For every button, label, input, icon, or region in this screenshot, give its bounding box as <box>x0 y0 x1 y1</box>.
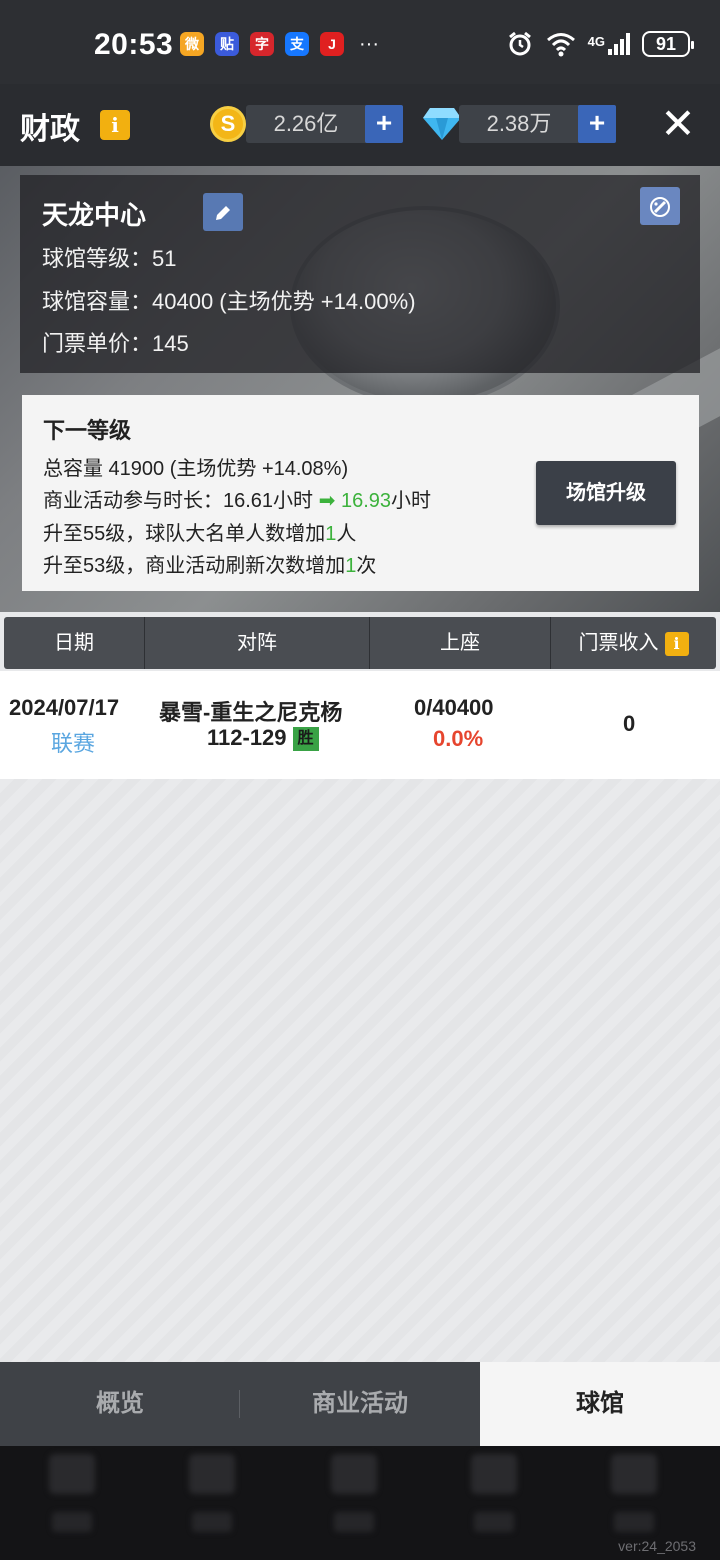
page-title: 财政 <box>20 113 80 146</box>
venue-name: 天龙中心 <box>42 200 147 230</box>
unlock-roster: 升至55级，球队大名单人数增加1人 <box>43 523 357 545</box>
pencil-icon <box>216 205 230 220</box>
close-button[interactable]: ✕ <box>660 103 696 145</box>
unlock-refresh: 升至53级，商业活动刷新次数增加1次 <box>43 555 377 577</box>
column-date: 日期 <box>54 632 94 654</box>
nav-item-2[interactable] <box>184 1454 240 1532</box>
jump-icon: J <box>320 32 344 56</box>
diamond-amount: 2.38万 <box>486 111 552 136</box>
nav-item-3[interactable] <box>326 1454 382 1532</box>
weibo-icon: 微 <box>180 32 204 56</box>
venue-level: 球馆等级：51 <box>42 246 177 271</box>
upgrade-venue-button[interactable]: 场馆升级 <box>536 461 676 525</box>
add-coins-button[interactable]: + <box>365 105 403 143</box>
venue-capacity: 球馆容量：40400 (主场优势 +14.00%) <box>42 289 416 314</box>
network-type: 4G <box>587 34 605 49</box>
edit-name-button[interactable] <box>203 193 243 231</box>
finance-header: 财政 i S 2.26亿 + 2.38万 + ✕ <box>0 84 720 166</box>
nav-item-4[interactable] <box>466 1454 522 1532</box>
nav-item-5[interactable] <box>606 1454 662 1532</box>
ticket-revenue: 0 <box>623 711 636 736</box>
coin-amount: 2.26亿 <box>273 111 339 136</box>
attendance-count: 0/40400 <box>414 695 494 720</box>
clock: 20:53 <box>94 28 174 61</box>
add-diamonds-button[interactable]: + <box>578 105 616 143</box>
news-icon: 字 <box>250 32 274 56</box>
next-level-title: 下一等级 <box>43 418 132 443</box>
more-notifications-icon: ··· <box>359 33 379 55</box>
match-date: 2024/07/17 <box>9 695 120 720</box>
status-bar: 20:53 微 贴 字 支 J ··· 4G 91 <box>0 0 720 84</box>
column-matchup: 对阵 <box>237 632 277 654</box>
tab-overview[interactable]: 概览 <box>0 1362 240 1446</box>
match-type: 联赛 <box>51 731 96 756</box>
win-badge: 胜 <box>292 727 319 752</box>
table-empty-area <box>0 779 720 1362</box>
next-capacity: 总容量 41900 (主场优势 +14.08%) <box>43 458 349 480</box>
column-attendance: 上座 <box>440 632 480 654</box>
coin-icon: S <box>210 106 246 142</box>
tieba-icon: 贴 <box>215 32 239 56</box>
venue-info-card: 天龙中心 球馆等级：51 球馆容量：40400 (主场优势 +14.00%) 门… <box>20 175 700 373</box>
venue-skin-button[interactable] <box>640 187 680 225</box>
table-header: 日期 对阵 上座 门票收入 i <box>4 617 716 669</box>
tab-business[interactable]: 商业活动 <box>240 1362 480 1446</box>
ticket-price: 门票单价：145 <box>42 331 189 356</box>
attendance-rate: 0.0% <box>433 726 484 751</box>
coin-balance: 2.26亿 + <box>246 105 403 143</box>
diamond-icon <box>423 108 461 140</box>
arrow-right-icon: ➡ <box>318 490 336 512</box>
alarm-icon <box>508 31 531 56</box>
tab-bar: 概览 商业活动 球馆 <box>0 1362 720 1446</box>
battery-icon: 91 <box>642 31 694 57</box>
next-level-card: 下一等级 总容量 41900 (主场优势 +14.08%) 商业活动参与时长：1… <box>22 395 699 591</box>
info-icon[interactable]: i <box>100 110 130 140</box>
nav-item-1[interactable] <box>44 1454 100 1532</box>
activity-duration: 商业活动参与时长：16.61小时 ➡ 16.93小时 <box>43 490 432 512</box>
tab-venue[interactable]: 球馆 <box>480 1362 720 1446</box>
column-ticket-revenue: 门票收入 i <box>551 617 716 669</box>
version-label: ver:24_2053 <box>618 1538 696 1554</box>
bottom-navigation: ver:24_2053 <box>0 1446 720 1560</box>
notification-icons: 微 贴 字 支 J ··· <box>180 32 379 56</box>
diamond-balance: 2.38万 + <box>459 105 616 143</box>
palette-icon <box>650 196 670 217</box>
match-teams: 暴雪-重生之尼克杨 <box>159 700 343 725</box>
match-score: 112-129 胜 <box>207 725 319 752</box>
alipay-icon: 支 <box>285 32 309 56</box>
table-row[interactable]: 2024/07/17 联赛 暴雪-重生之尼克杨 112-129 胜 0/40400… <box>0 671 720 779</box>
signal-icon <box>608 33 630 55</box>
revenue-info-icon[interactable]: i <box>664 631 689 656</box>
wifi-icon <box>546 33 575 57</box>
